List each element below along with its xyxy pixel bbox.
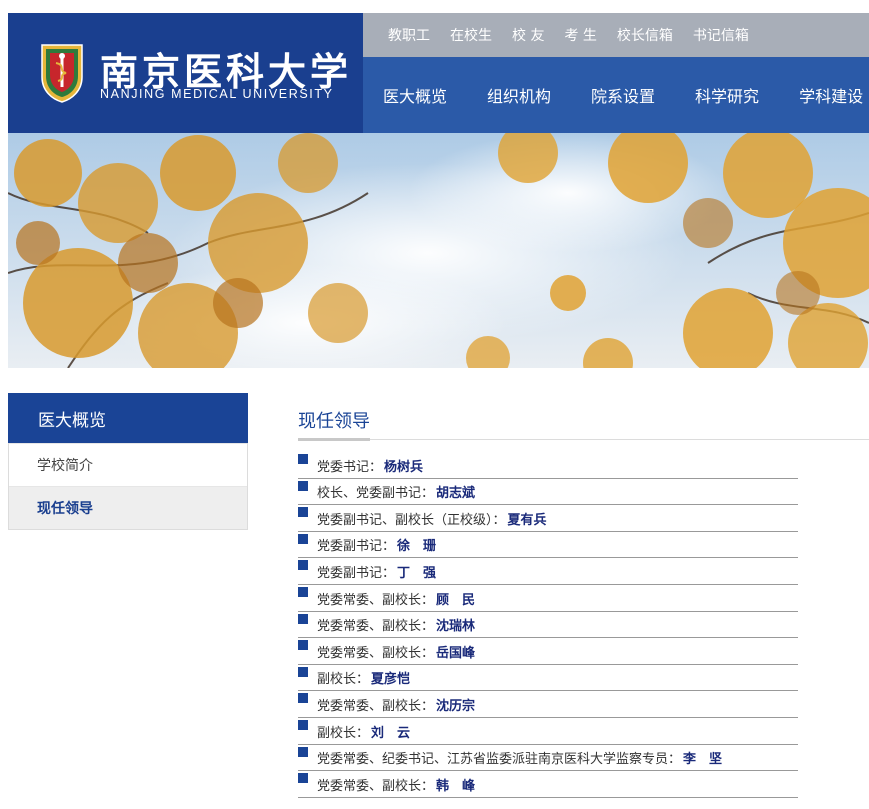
leader-name-link[interactable]: 刘 云 bbox=[371, 722, 410, 741]
leader-position: 党委常委、副校长： bbox=[317, 778, 435, 794]
leader-position: 党委常委、副校长： bbox=[317, 592, 435, 608]
top-links-bar: 教职工 在校生 校 友 考 生 校长信箱 书记信箱 bbox=[363, 13, 869, 57]
logo-link[interactable]: 南京医科大学 NANJING MEDICAL UNIVERSITY bbox=[8, 13, 363, 133]
sidebar-title: 医大概览 bbox=[8, 393, 248, 443]
sidebar-menu: 学校简介 现任领导 bbox=[8, 443, 248, 530]
leader-position: 党委副书记、副校长（正校级）： bbox=[317, 512, 506, 528]
list-item: 党委常委、副校长： 沈瑞林 bbox=[298, 612, 798, 639]
sidebar-item-current-leaders[interactable]: 现任领导 bbox=[9, 486, 247, 529]
leader-list: 党委书记： 杨树兵 校长、党委副书记： 胡志斌 党委副书记、副校长（正校级）： 夏有兵 党委… bbox=[298, 452, 798, 798]
leader-position: 党委常委、副校长： bbox=[317, 698, 435, 714]
square-bullet-icon bbox=[298, 507, 308, 518]
top-link-secretary-mailbox[interactable]: 书记信箱 bbox=[693, 25, 749, 45]
leader-position: 党委常委、副校长： bbox=[317, 619, 435, 635]
leader-name-link[interactable]: 沈瑞林 bbox=[436, 615, 475, 634]
brand-name-en: NANJING MEDICAL UNIVERSITY bbox=[100, 87, 334, 101]
square-bullet-icon bbox=[298, 613, 308, 624]
sidebar: 医大概览 学校简介 现任领导 bbox=[8, 393, 248, 530]
nav-item-research[interactable]: 科学研究 bbox=[695, 83, 759, 107]
university-seal-icon bbox=[41, 44, 83, 103]
square-bullet-icon bbox=[298, 773, 308, 784]
square-bullet-icon bbox=[298, 640, 308, 651]
leader-name-link[interactable]: 李 坚 bbox=[683, 748, 722, 767]
square-bullet-icon bbox=[298, 693, 308, 704]
list-item: 校长、党委副书记： 胡志斌 bbox=[298, 479, 798, 506]
banner-image bbox=[8, 133, 869, 368]
square-bullet-icon bbox=[298, 480, 308, 491]
square-bullet-icon bbox=[298, 746, 308, 757]
main-content: 现任领导 党委书记： 杨树兵 校长、党委副书记： 胡志斌 党委副书记、副校长（正校级）：… bbox=[298, 393, 869, 798]
leader-name-link[interactable]: 顾 民 bbox=[436, 589, 475, 608]
leader-position: 副校长： bbox=[317, 672, 370, 688]
nav-item-disciplines[interactable]: 学科建设 bbox=[799, 83, 863, 107]
square-bullet-icon bbox=[298, 533, 308, 544]
leader-position: 党委副书记： bbox=[317, 539, 396, 555]
list-item: 党委常委、纪委书记、江苏省监委派驻南京医科大学监察专员：李 坚 bbox=[298, 745, 798, 772]
list-item: 党委常委、副校长：顾 民 bbox=[298, 585, 798, 612]
top-link-applicants[interactable]: 考 生 bbox=[564, 25, 596, 45]
square-bullet-icon bbox=[298, 586, 308, 597]
square-bullet-icon bbox=[298, 454, 308, 464]
leader-name-link[interactable]: 韩 峰 bbox=[436, 775, 475, 794]
leader-name-link[interactable]: 岳国峰 bbox=[436, 642, 475, 661]
top-link-faculty[interactable]: 教职工 bbox=[388, 25, 430, 45]
top-link-students[interactable]: 在校生 bbox=[450, 25, 492, 45]
leader-position: 校长、党委副书记： bbox=[317, 486, 435, 502]
list-item: 副校长：刘 云 bbox=[298, 718, 798, 745]
leader-name-link[interactable]: 胡志斌 bbox=[436, 482, 475, 501]
leader-position: 副校长： bbox=[317, 725, 370, 741]
square-bullet-icon bbox=[298, 719, 308, 730]
leader-name-link[interactable]: 杨树兵 bbox=[384, 456, 423, 475]
leader-name-link[interactable]: 徐 珊 bbox=[397, 535, 436, 554]
nav-item-departments[interactable]: 院系设置 bbox=[591, 83, 655, 107]
nav-area: 教职工 在校生 校 友 考 生 校长信箱 书记信箱 医大概览 组织机构 院系设置… bbox=[363, 13, 869, 133]
leader-position: 党委常委、副校长： bbox=[317, 645, 435, 661]
list-item: 党委副书记：徐 珊 bbox=[298, 532, 798, 559]
list-item: 党委常委、副校长： 岳国峰 bbox=[298, 638, 798, 665]
nav-item-organization[interactable]: 组织机构 bbox=[487, 83, 551, 107]
leader-position: 党委副书记： bbox=[317, 565, 396, 581]
list-item: 党委副书记：丁 强 bbox=[298, 558, 798, 585]
nav-item-overview[interactable]: 医大概览 bbox=[383, 83, 447, 107]
list-item: 党委常委、副校长： 沈历宗 bbox=[298, 691, 798, 718]
leader-name-link[interactable]: 夏彦恺 bbox=[371, 668, 410, 687]
sidebar-item-school-intro[interactable]: 学校简介 bbox=[9, 443, 247, 486]
list-item: 副校长： 夏彦恺 bbox=[298, 665, 798, 692]
banner-ginkgo-illustration bbox=[8, 133, 869, 368]
leader-position: 党委常委、纪委书记、江苏省监委派驻南京医科大学监察专员： bbox=[317, 752, 682, 768]
page-title: 现任领导 bbox=[298, 393, 869, 441]
square-bullet-icon bbox=[298, 666, 308, 677]
list-item: 党委书记： 杨树兵 bbox=[298, 452, 798, 479]
leader-name-link[interactable]: 沈历宗 bbox=[436, 695, 475, 714]
main-nav: 医大概览 组织机构 院系设置 科学研究 学科建设 bbox=[363, 57, 869, 133]
list-item: 党委常委、副校长：韩 峰 bbox=[298, 771, 798, 798]
site-header: 南京医科大学 NANJING MEDICAL UNIVERSITY 教职工 在校… bbox=[8, 13, 869, 133]
leader-name-link[interactable]: 夏有兵 bbox=[508, 509, 547, 528]
top-link-alumni[interactable]: 校 友 bbox=[512, 25, 544, 45]
leader-name-link[interactable]: 丁 强 bbox=[397, 562, 436, 581]
list-item: 党委副书记、副校长（正校级）： 夏有兵 bbox=[298, 505, 798, 532]
top-link-president-mailbox[interactable]: 校长信箱 bbox=[617, 25, 673, 45]
square-bullet-icon bbox=[298, 560, 308, 571]
leader-position: 党委书记： bbox=[317, 459, 383, 475]
